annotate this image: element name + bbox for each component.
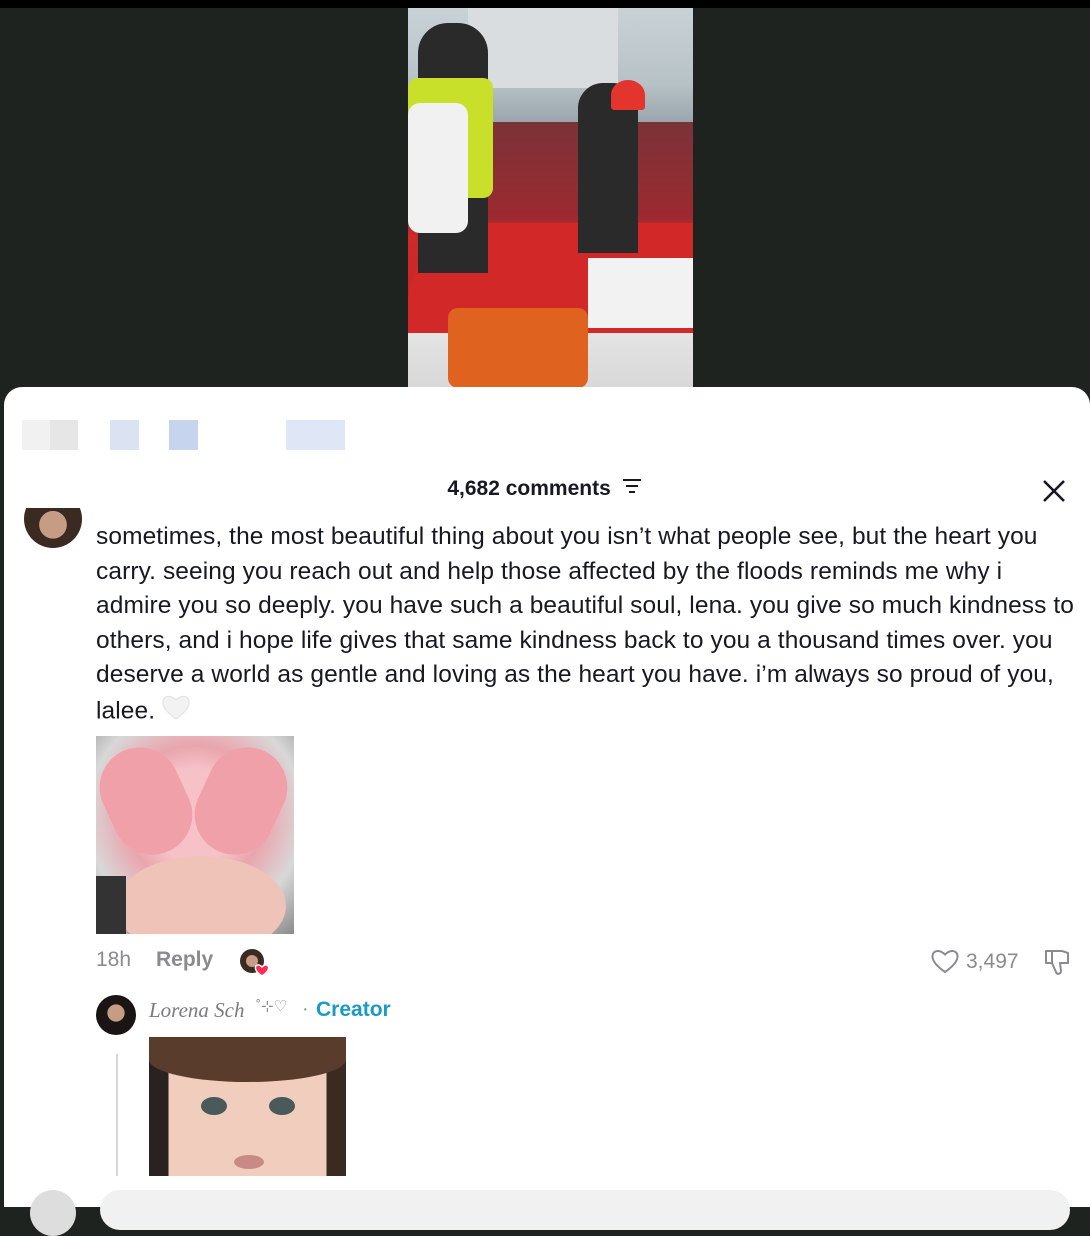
filter-icon[interactable]: [621, 477, 643, 501]
comments-header: 4,682 comments: [0, 477, 1090, 501]
reply-button[interactable]: Reply: [156, 948, 213, 972]
redacted-block: [286, 420, 345, 450]
comment-time: 18h: [96, 948, 132, 971]
video-player[interactable]: [408, 8, 693, 388]
video-building: [468, 8, 618, 88]
video-bag: [408, 103, 468, 233]
redacted-block: [169, 420, 198, 450]
top-bar: [0, 0, 1090, 8]
creator-name[interactable]: Lorena Sch: [149, 998, 244, 1023]
video-life-jacket: [448, 308, 588, 388]
redacted-block: [110, 420, 139, 450]
like-count: 3,497: [966, 950, 1019, 973]
comment-sticker-heart-hands: [96, 736, 294, 934]
video-box: [588, 258, 693, 328]
creator-liked-badge: [240, 948, 270, 977]
creator-name-decoration: ˚⊹♡: [256, 998, 288, 1015]
separator-dot: ·: [302, 998, 309, 1020]
reply-thread-line: [116, 1054, 118, 1176]
add-comment-input[interactable]: [100, 1190, 1070, 1230]
reply-sticker-crying-baby: [149, 1037, 346, 1176]
redacted-block: [22, 420, 78, 450]
heart-outline-icon[interactable]: [930, 947, 960, 977]
close-icon[interactable]: [1040, 477, 1068, 505]
creator-badge: Creator: [316, 998, 391, 1021]
creator-avatar[interactable]: [96, 995, 136, 1035]
user-avatar: [30, 1190, 76, 1236]
video-helmet: [611, 80, 645, 110]
thumbs-down-icon[interactable]: [1042, 947, 1072, 977]
commenter-avatar[interactable]: [24, 508, 82, 548]
comment-body: sometimes, the most beautiful thing abou…: [96, 520, 1076, 731]
comment-text: sometimes, the most beautiful thing abou…: [96, 523, 1075, 725]
white-heart-icon: [161, 693, 191, 732]
comments-count: 4,682 comments: [447, 477, 611, 500]
